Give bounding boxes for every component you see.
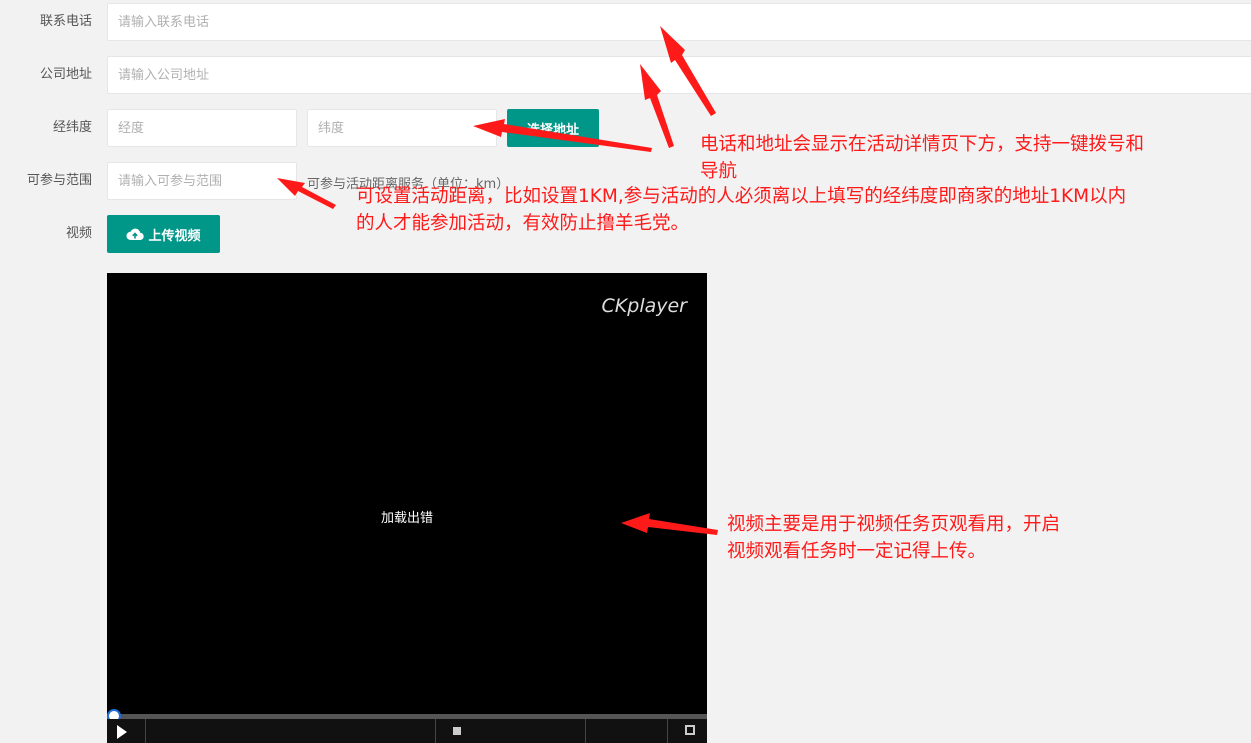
arrow-to-range <box>277 178 336 209</box>
arrow-to-phone <box>660 26 716 116</box>
annotation-arrows <box>277 26 718 535</box>
arrow-to-latitude <box>473 119 652 152</box>
arrow-to-player <box>621 513 718 535</box>
arrow-to-address <box>640 64 674 148</box>
